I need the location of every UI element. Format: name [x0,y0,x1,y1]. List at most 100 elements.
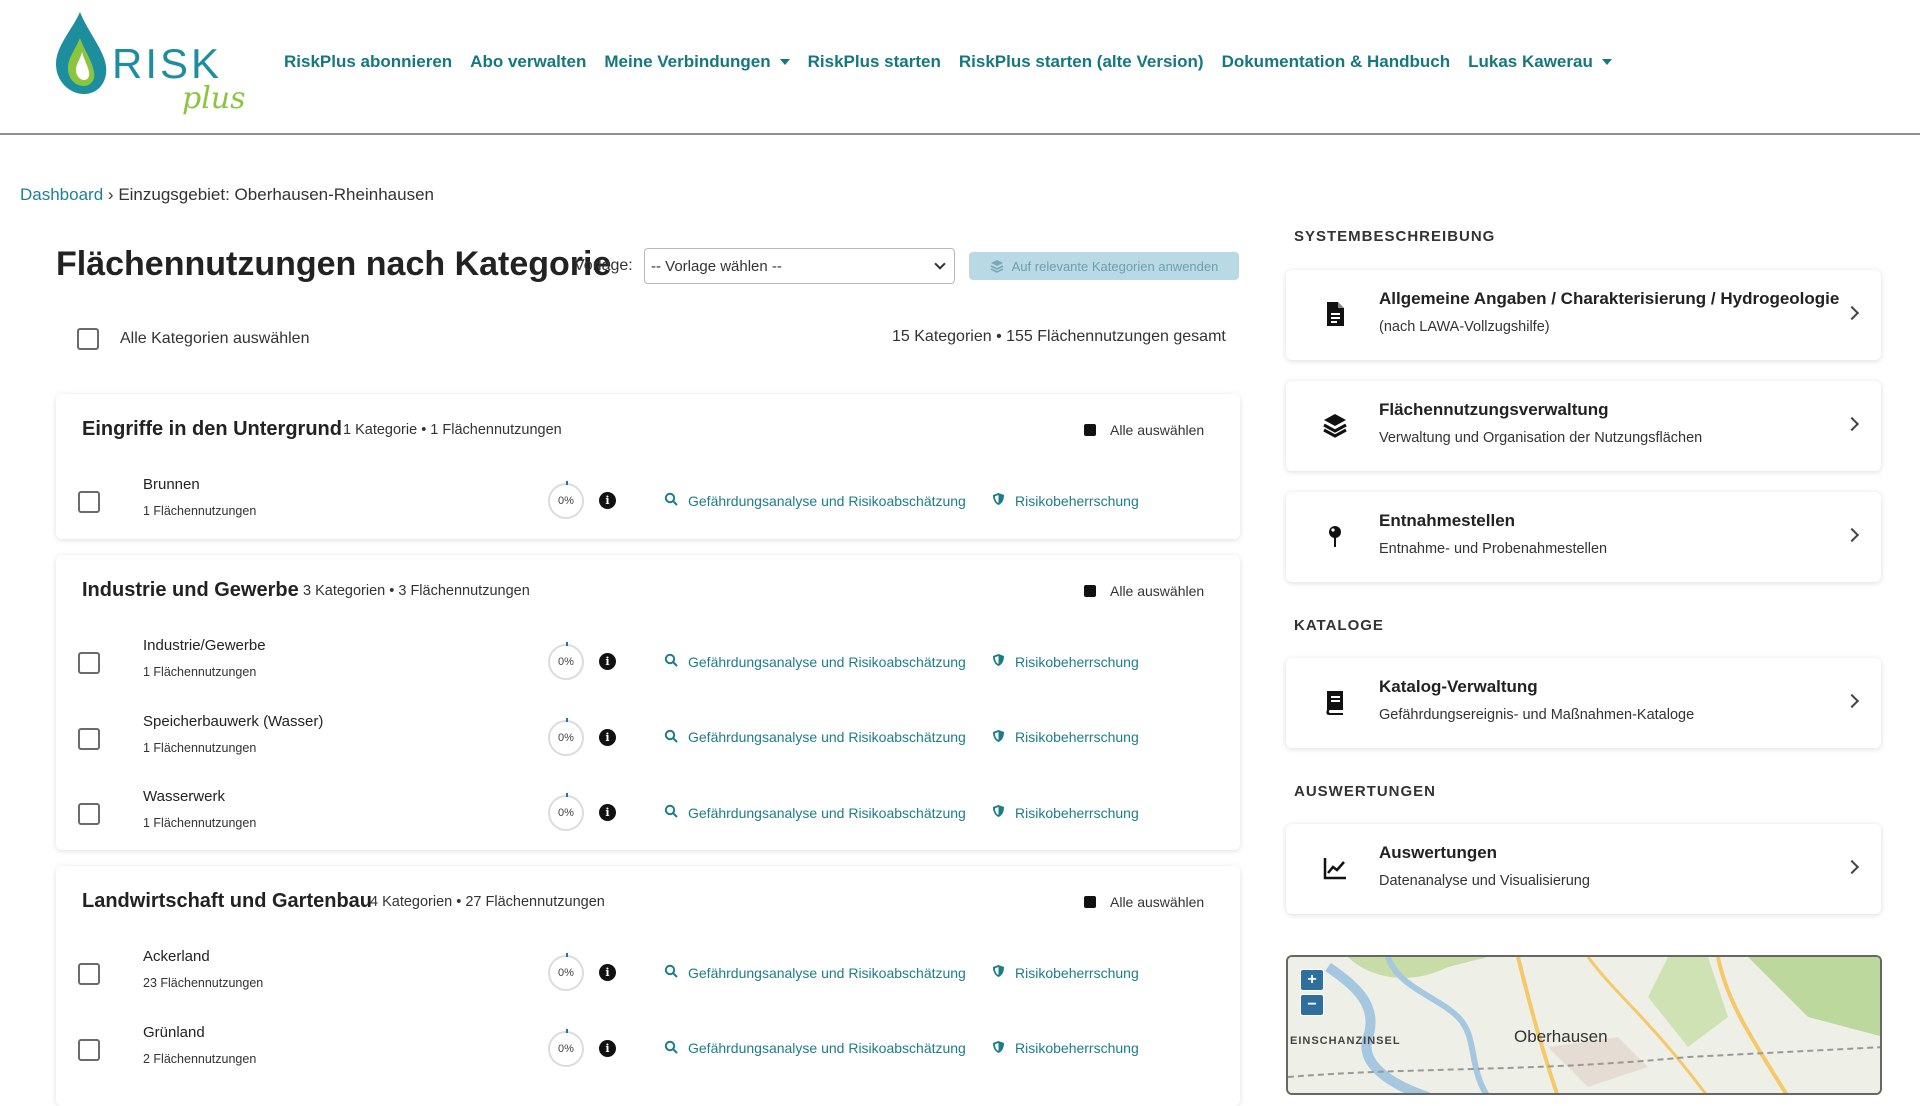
sidebar-card-book[interactable]: Katalog-Verwaltung Gefährdungsereignis- … [1286,658,1881,748]
layers-icon [1322,411,1348,439]
chevron-right-icon [1844,527,1860,543]
progress-value: 0% [558,807,574,819]
nav-item-5[interactable]: Dokumentation & Handbuch [1222,52,1451,72]
risk-analysis-link[interactable]: Gefährdungsanalyse und Risikoabschätzung [664,653,966,670]
progress-ring: 0% [548,717,584,756]
category-checkbox[interactable] [78,491,100,513]
vorlage-select[interactable]: -- Vorlage wählen -- [644,248,955,284]
sidebar-card-subtitle: (nach LAWA-Vollzugshilfe) [1379,319,1550,335]
category-checkbox[interactable] [78,727,100,750]
section-label-system: SYSTEMBESCHREIBUNG [1294,228,1496,245]
risk-analysis-label: Gefährdungsanalyse und Risikoabschätzung [688,964,966,981]
nav-item-2[interactable]: Meine Verbindungen [604,52,790,72]
sidebar-card-layers[interactable]: Flächennutzungsverwaltung Verwaltung und… [1286,381,1881,471]
map-pin-icon [1322,522,1348,550]
riskplus-logo[interactable]: RISK plus [50,8,260,123]
logo-text: RISK [112,40,222,87]
sidebar-card-chart-line[interactable]: Auswertungen Datenanalyse und Visualisie… [1286,824,1881,914]
group-select-all[interactable]: Alle auswählen [1084,583,1204,599]
search-icon [664,729,678,746]
nav-item-6[interactable]: Lukas Kawerau [1468,52,1612,72]
select-all-square-icon [1084,424,1096,436]
category-checkbox[interactable] [78,803,100,825]
risk-control-link[interactable]: Risikobeherrschung [992,964,1139,981]
risk-analysis-link[interactable]: Gefährdungsanalyse und Risikoabschätzung [664,1040,966,1057]
zoom-in-button[interactable]: + [1300,969,1324,991]
sidebar-card-subtitle: Datenanalyse und Visualisierung [1379,873,1590,889]
select-all-checkbox[interactable] [77,328,99,350]
group-select-all[interactable]: Alle auswählen [1084,894,1204,910]
nav-item-label: Abo verwalten [470,52,587,71]
nav-item-label: Dokumentation & Handbuch [1221,52,1451,71]
category-checkbox[interactable] [78,963,100,985]
risk-control-link[interactable]: Risikobeherrschung [992,653,1139,670]
caret-down-icon [779,59,790,65]
search-icon [664,964,678,981]
category-row: Ackerland 23 Flächennutzungen 0% i Gefäh… [56,944,1240,1004]
category-checkbox[interactable] [78,1038,100,1061]
nav-item-4[interactable]: RiskPlus starten (alte Version) [959,52,1204,72]
zoom-out-button[interactable]: − [1300,994,1324,1016]
chevron-right-icon [1844,859,1860,875]
shield-icon [992,1040,1005,1057]
category-name: Industrie/Gewerbe [143,637,266,654]
nav-item-label: Lukas Kawerau [1468,52,1593,71]
shield-icon [992,729,1005,746]
map-widget[interactable]: + − EINSCHANZINSEL Oberhausen [1286,955,1882,1095]
nav-item-3[interactable]: RiskPlus starten [808,52,941,72]
nav-item-1[interactable]: Abo verwalten [470,52,586,72]
breadcrumb-dashboard-link[interactable]: Dashboard [20,185,103,204]
category-group-title: Eingriffe in den Untergrund [82,418,342,440]
risk-control-link[interactable]: Risikobeherrschung [992,729,1139,746]
risk-analysis-link[interactable]: Gefährdungsanalyse und Risikoabschätzung [664,492,966,509]
risk-control-link[interactable]: Risikobeherrschung [992,492,1139,509]
apply-template-button[interactable]: Auf relevante Kategorien anwenden [969,252,1239,280]
sidebar-card-map-pin[interactable]: Entnahmestellen Entnahme- und Probenahme… [1286,492,1881,582]
category-group-card: Industrie und Gewerbe 3 Kategorien • 3 Fl… [56,555,1240,850]
info-icon[interactable]: i [599,964,616,981]
breadcrumb-current: Einzugsgebiet: Oberhausen-Rheinhausen [118,185,434,204]
risk-control-label: Risikobeherrschung [1015,653,1139,670]
progress-ring: 0% [548,481,584,519]
category-name: Ackerland [143,948,210,965]
risk-analysis-link[interactable]: Gefährdungsanalyse und Risikoabschätzung [664,729,966,746]
category-group-meta: 3 Kategorien • 3 Flächennutzungen [303,583,530,599]
category-checkbox[interactable] [78,652,100,674]
risk-analysis-label: Gefährdungsanalyse und Risikoabschätzung [688,492,966,509]
sidebar-card-title: Entnahmestellen [1379,511,1516,530]
group-select-all[interactable]: Alle auswählen [1084,422,1204,438]
apply-template-label: Auf relevante Kategorien anwenden [1011,258,1219,274]
info-icon[interactable]: i [599,728,616,746]
category-count: 1 Flächennutzungen [143,665,257,679]
shield-icon [992,492,1005,509]
chevron-down-icon [934,258,946,270]
risk-control-link[interactable]: Risikobeherrschung [992,1040,1139,1057]
search-icon [664,492,678,509]
vorlage-select-value: -- Vorlage wählen -- [651,257,782,275]
section-label-auswertungen: AUSWERTUNGEN [1294,783,1436,800]
risk-analysis-label: Gefährdungsanalyse und Risikoabschätzung [688,653,966,670]
category-row: Wasserwerk 1 Flächennutzungen 0% i Gefäh… [56,784,1240,844]
totals-summary: 15 Kategorien • 155 Flächennutzungen ges… [892,328,1226,345]
category-row: Industrie/Gewerbe 1 Flächennutzungen 0% … [56,633,1240,693]
category-name: Speicherbauwerk (Wasser) [143,712,324,730]
sidebar-card-title: Auswertungen [1379,843,1498,862]
info-icon[interactable]: i [599,653,616,670]
nav-item-0[interactable]: RiskPlus abonnieren [284,52,452,72]
info-icon[interactable]: i [599,492,616,509]
category-count: 1 Flächennutzungen [143,504,257,518]
group-select-all-label: Alle auswählen [1110,894,1205,910]
map-label-island: EINSCHANZINSEL [1290,1035,1401,1047]
risk-analysis-link[interactable]: Gefährdungsanalyse und Risikoabschätzung [664,804,966,821]
map-tiles[interactable] [1288,957,1882,1095]
risk-control-link[interactable]: Risikobeherrschung [992,804,1139,821]
category-row: Speicherbauwerk (Wasser) 1 Flächennutzun… [56,709,1240,769]
info-icon[interactable]: i [599,1039,616,1057]
nav-item-label: RiskPlus starten (alte Version) [958,52,1204,71]
vorlage-label: Vorlage: [574,257,633,274]
sidebar-card-document[interactable]: Allgemeine Angaben / Charakterisierung /… [1286,270,1881,360]
select-all-square-icon [1084,585,1096,597]
category-group-title: Industrie und Gewerbe [82,579,299,601]
info-icon[interactable]: i [599,804,616,821]
risk-analysis-link[interactable]: Gefährdungsanalyse und Risikoabschätzung [664,964,966,981]
